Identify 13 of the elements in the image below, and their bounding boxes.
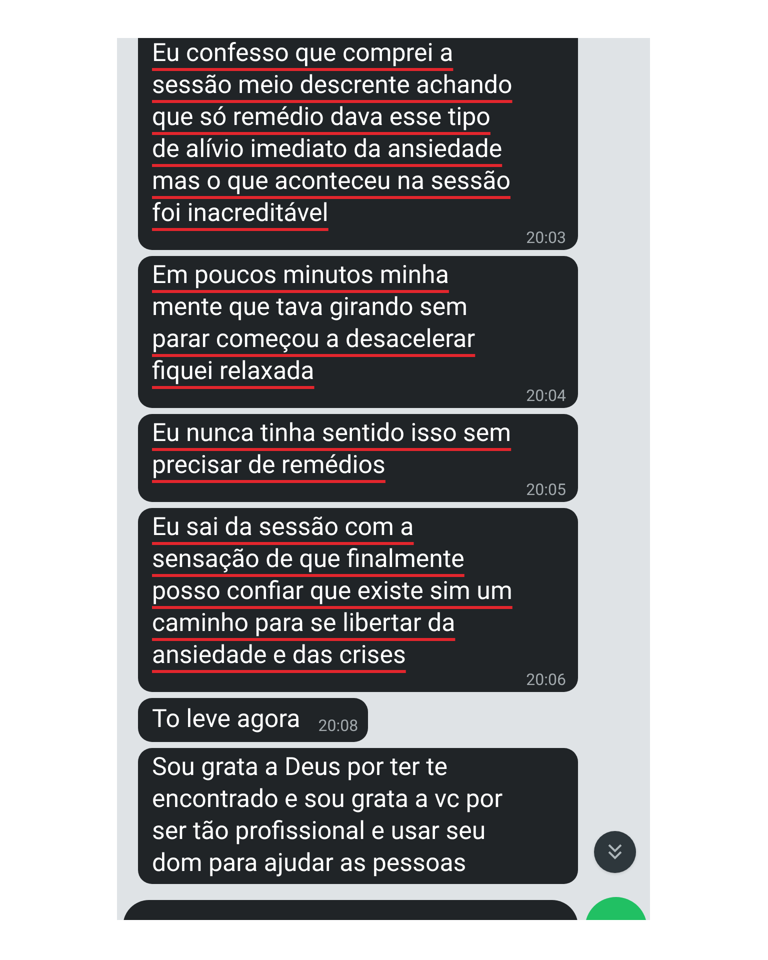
message-text: Eu sai da sessão com a sensação de que finalmente posso confiar que existe sim um caminho para se libertar da ansiedade e das crises [152, 512, 512, 672]
message-time: 20:05 [526, 482, 567, 498]
message-time: 20:04 [526, 388, 567, 404]
message-text: To leve agora [152, 704, 300, 736]
message-text: Eu confesso que comprei a sessão meio descrente achando que só remédio dava esse tipo de alívio imediato da ansiedade mas o que aconteceu na sessão foi inacreditável [152, 38, 512, 230]
message-time: 20:03 [526, 230, 567, 246]
message-text: Eu nunca tinha sentido isso sem precisar de remédios [152, 418, 512, 482]
message-text: Sou grata a Deus por ter te encontrado e sou grata a vc por ser tão profissional e usar seu dom para ajudar as pessoas [152, 752, 503, 880]
message-time: 20:08 [318, 716, 358, 736]
message-time: 20:06 [526, 672, 567, 688]
scroll-down-button[interactable] [594, 831, 636, 873]
double-chevron-down-icon [607, 843, 623, 861]
message-text: Em poucos minutos minha mente que tava girando sem parar começou a desacelerar fiquei relaxada [152, 260, 476, 388]
